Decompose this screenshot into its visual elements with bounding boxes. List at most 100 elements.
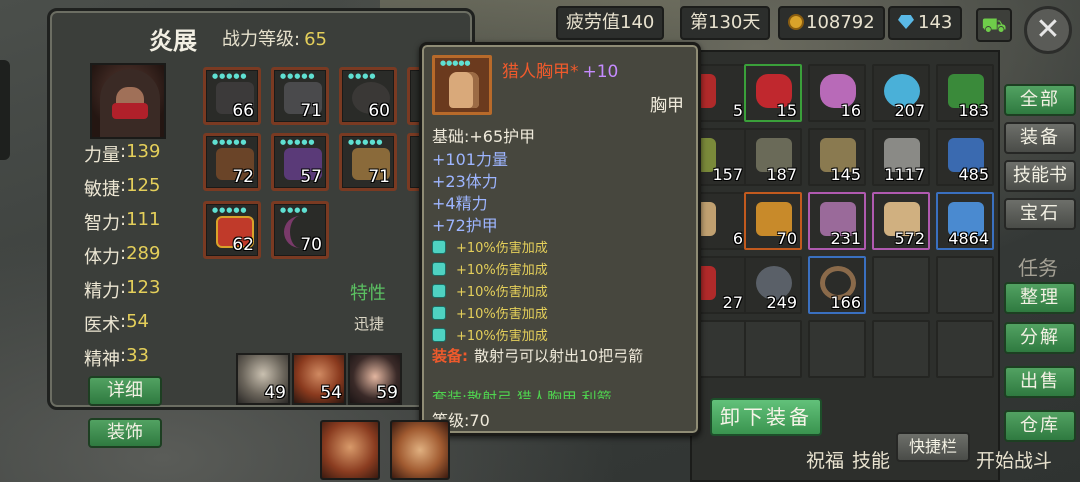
- inventory-slot[interactable]: 572: [872, 192, 930, 250]
- gem-socket: +10%伤害加成: [432, 281, 548, 300]
- equip-slot-helmet[interactable]: ●●●●● 71: [271, 67, 329, 125]
- character-panel: 炎展 战力等级: 65 力量:139 敏捷:125 智力:111 体力:289 精…: [47, 8, 475, 410]
- inventory-slot[interactable]: 187: [744, 128, 802, 186]
- gem-socket: +10%伤害加成: [432, 303, 548, 322]
- gem-socket: +10%伤害加成: [432, 259, 548, 278]
- character-name: 炎展: [149, 26, 197, 55]
- item-tooltip: ●●●●● 猎人胸甲* +10 胸甲 基础:+65护甲 +101力量 +23体力 …: [419, 42, 701, 436]
- dismantle-button[interactable]: 分解: [1004, 322, 1076, 354]
- tab-all[interactable]: 全部: [1004, 84, 1076, 116]
- inventory-slot[interactable]: 485: [936, 128, 994, 186]
- equip-effect-text: 散射弓可以射出10把弓箭: [474, 347, 644, 365]
- item-title: 猎人胸甲* +10: [502, 57, 618, 82]
- inventory-slot[interactable]: 231: [808, 192, 866, 250]
- stat-energy: 精力:123: [84, 277, 161, 302]
- start-battle-button[interactable]: 开始战斗: [976, 446, 1052, 473]
- power-level-label: 战力等级:: [222, 29, 301, 50]
- equip-effect-label: 装备:: [432, 347, 468, 365]
- character-portrait[interactable]: [90, 63, 166, 139]
- cart-icon: ⛟: [981, 13, 1007, 37]
- gem-icon: [432, 283, 446, 298]
- tab-equipment[interactable]: 装备: [1004, 122, 1076, 154]
- diamond-icon: [898, 15, 914, 29]
- gem-icon: [432, 305, 446, 320]
- shop-cart-button[interactable]: ⛟: [976, 8, 1012, 42]
- close-button[interactable]: ✕: [1024, 6, 1072, 54]
- item-bonus-stat: +72护甲: [432, 216, 498, 235]
- inventory-slot-empty[interactable]: [936, 320, 994, 378]
- inventory-slot-empty[interactable]: [936, 256, 994, 314]
- stat-spirit: 精神:33: [84, 345, 149, 370]
- item-bonus-stat: +4精力: [432, 194, 488, 213]
- companion-red-hair-man[interactable]: 54: [292, 353, 346, 405]
- item-enhance: +10: [582, 62, 619, 82]
- skill-label[interactable]: 技能: [852, 446, 890, 473]
- inventory-slot[interactable]: 15: [744, 64, 802, 122]
- inventory-slot[interactable]: 249: [744, 256, 802, 314]
- inventory-slot[interactable]: 4864: [936, 192, 994, 250]
- inventory-slot-empty[interactable]: [872, 256, 930, 314]
- equip-slot-ring[interactable]: ●●●●● 62: [203, 201, 261, 259]
- equip-slot-pants[interactable]: ●●●●● 57: [271, 133, 329, 191]
- companion-woman[interactable]: 59: [348, 353, 402, 405]
- inventory-slot-empty[interactable]: [744, 320, 802, 378]
- inventory-slot-empty[interactable]: [872, 320, 930, 378]
- trait-title: 特性: [350, 283, 386, 304]
- equip-slot-bow[interactable]: ●●●● 70: [271, 201, 329, 259]
- equip-slot-necklace[interactable]: ●●●● 60: [339, 67, 397, 125]
- gem-amount: 143: [918, 12, 953, 33]
- inventory-slot[interactable]: 145: [808, 128, 866, 186]
- detail-button[interactable]: 详细: [88, 376, 162, 406]
- gem-icon: [432, 239, 446, 254]
- stat-medicine: 医术:54: [84, 311, 149, 336]
- decor-button[interactable]: 装饰: [88, 418, 162, 448]
- day-counter: 第130天: [680, 6, 771, 40]
- fatigue-display: 疲劳值140: [556, 6, 665, 40]
- unequip-button[interactable]: 卸下装备: [710, 398, 822, 436]
- skill-fist-icon[interactable]: [390, 420, 450, 480]
- tab-skill-books[interactable]: 技能书: [1004, 160, 1076, 192]
- gem-socket: +10%伤害加成: [432, 237, 548, 256]
- coin-amount: 108792: [806, 12, 875, 33]
- companion-old-man[interactable]: 49: [236, 353, 290, 405]
- gem-display: 143: [888, 6, 963, 40]
- quest-label: 任务: [1018, 256, 1058, 280]
- stat-strength: 力量:139: [84, 141, 161, 166]
- close-icon: ✕: [1035, 12, 1061, 47]
- item-name: 猎人胸甲*: [502, 62, 579, 82]
- set-bonus: 套装:散射弓,猎人胸甲,利箭: [432, 389, 612, 399]
- equip-effect: 装备: 散射弓可以射出10把弓箭: [432, 345, 694, 367]
- inventory-slot-empty[interactable]: [808, 320, 866, 378]
- quickbar-button[interactable]: 快捷栏: [896, 432, 970, 462]
- tab-gems[interactable]: 宝石: [1004, 198, 1076, 230]
- warehouse-button[interactable]: 仓库: [1004, 410, 1076, 442]
- equip-slot-leg-armor[interactable]: ●●●●● 66: [203, 67, 261, 125]
- inventory-slot[interactable]: 1117: [872, 128, 930, 186]
- inventory-slot[interactable]: 70: [744, 192, 802, 250]
- gem-socket: +10%伤害加成: [432, 325, 548, 344]
- item-type: 胸甲: [650, 96, 684, 116]
- power-level-value: 65: [304, 29, 327, 50]
- stat-intellect: 智力:111: [84, 209, 161, 234]
- sort-button[interactable]: 整理: [1004, 282, 1076, 314]
- inventory-slot[interactable]: 183: [936, 64, 994, 122]
- equip-slot-gauntlet[interactable]: ●●●●● 71: [339, 133, 397, 191]
- stat-agility: 敏捷:125: [84, 175, 161, 200]
- coin-icon: [788, 14, 804, 30]
- skill-rage-icon[interactable]: [320, 420, 380, 480]
- item-bonus-stat: +23体力: [432, 172, 498, 191]
- item-bonus-stat: +101力量: [432, 150, 508, 169]
- gem-icon: [432, 261, 446, 276]
- inventory-slot[interactable]: 16: [808, 64, 866, 122]
- blessing-label[interactable]: 祝福: [806, 446, 844, 473]
- stat-stamina: 体力:289: [84, 243, 161, 268]
- inventory-slot[interactable]: 166: [808, 256, 866, 314]
- chest-armor-icon: ●●●●●: [432, 55, 492, 115]
- sell-button[interactable]: 出售: [1004, 366, 1076, 398]
- inventory-slot[interactable]: 207: [872, 64, 930, 122]
- equip-slot-bracer[interactable]: ●●●●● 72: [203, 133, 261, 191]
- power-level: 战力等级: 65: [222, 25, 327, 51]
- coin-display: 108792: [778, 6, 885, 40]
- gem-icon: [432, 327, 446, 342]
- trait-name: 迅捷: [354, 315, 385, 333]
